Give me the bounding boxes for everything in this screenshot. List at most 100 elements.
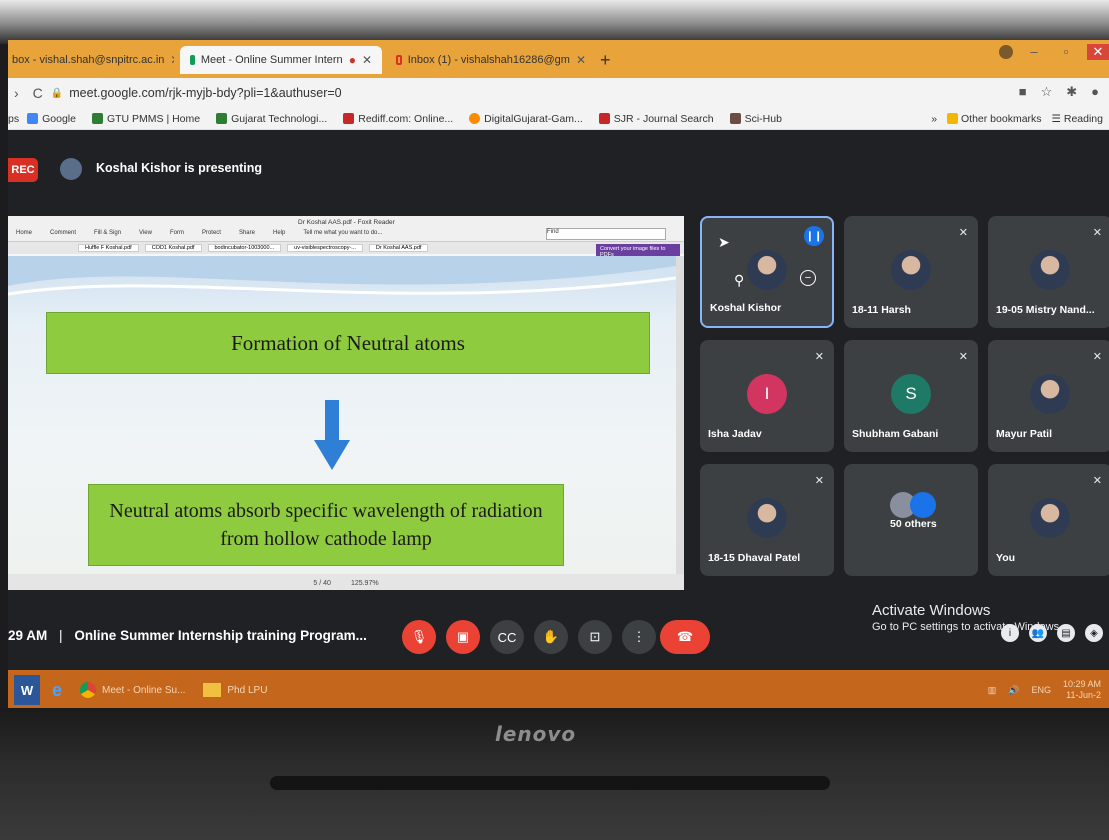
present-button[interactable]: ⊡: [578, 620, 612, 654]
camera-off-icon: ▣: [456, 629, 470, 644]
slide-content: Formation of Neutral atoms Neutral atoms…: [8, 256, 676, 574]
profile-avatar-icon[interactable]: ●: [1091, 84, 1099, 100]
bookmark-google[interactable]: Google: [27, 113, 76, 125]
folder-taskbar-item[interactable]: Phd LPU: [197, 675, 273, 705]
reading-list[interactable]: ☰ Reading: [1052, 113, 1103, 125]
chrome-icon: [80, 682, 97, 698]
avatar: [1030, 249, 1070, 290]
presenting-label: Koshal Kishor is presenting: [96, 161, 263, 175]
word-taskbar-icon[interactable]: W: [14, 675, 40, 705]
gtu-icon: [91, 113, 103, 124]
profile-icon[interactable]: [999, 45, 1013, 59]
presentation-screen[interactable]: Dr Koshal AAS.pdf - Foxit Reader Home Co…: [8, 216, 684, 592]
avatar: [1030, 497, 1070, 538]
apps-icon[interactable]: ps: [8, 113, 19, 125]
sjr-icon: [598, 113, 610, 124]
url-field[interactable]: 🔒 meet.google.com/rjk-myjb-bdy?pli=1&aut…: [51, 86, 342, 100]
other-bookmarks[interactable]: Other bookmarks: [947, 113, 1042, 125]
participant-tile-isha[interactable]: ✕ I Isha Jadav: [700, 340, 834, 452]
close-icon[interactable]: ✕: [362, 53, 372, 67]
captions-button[interactable]: CC: [490, 620, 524, 654]
bookmark-gtu-pmms[interactable]: GTU PMMS | Home: [91, 113, 200, 125]
tab-inbox-gmail[interactable]: Inbox (1) - vishalshah16286@gm ✕: [386, 46, 596, 74]
maximize-icon[interactable]: ▫: [1055, 44, 1077, 60]
clock[interactable]: 10:29 AM 11-Jun-2: [1063, 679, 1101, 701]
star-icon[interactable]: ☆: [1041, 84, 1053, 100]
omnibar-actions: ■ ☆ ✱ ●: [1019, 84, 1099, 100]
bookmark-sjr[interactable]: SJR - Journal Search: [598, 113, 714, 125]
participant-tile-others[interactable]: 50 others: [844, 464, 978, 576]
mic-off-icon: ✕: [1092, 351, 1102, 363]
participant-name: Isha Jadav: [708, 428, 762, 440]
ie-taskbar-icon[interactable]: e: [46, 675, 68, 705]
meeting-details[interactable]: 29 AM | Online Summer Internship trainin…: [8, 628, 367, 643]
activities-icon[interactable]: ◈: [1085, 624, 1103, 642]
bookmark-rediff[interactable]: Rediff.com: Online...: [343, 113, 453, 125]
chrome-taskbar-item[interactable]: Meet - Online Su...: [74, 675, 191, 705]
url-text: meet.google.com/rjk-myjb-bdy?pli=1&authu…: [69, 86, 342, 100]
participant-tile-mistry[interactable]: ✕ 19-05 Mistry Nand...: [988, 216, 1109, 328]
participant-name: You: [996, 552, 1016, 564]
participant-tile-shubham[interactable]: ✕ S Shubham Gabani: [844, 340, 978, 452]
folder-icon: [203, 683, 222, 697]
remove-icon[interactable]: −: [800, 270, 816, 286]
bookmark-gujarat-tech[interactable]: Gujarat Technologi...: [216, 113, 327, 125]
participant-name: 18-11 Harsh: [852, 304, 911, 316]
meet-control-bar: 29 AM | Online Summer Internship trainin…: [8, 590, 1109, 670]
mic-off-icon: ✕: [1092, 227, 1102, 239]
minimize-icon[interactable]: –: [1023, 44, 1045, 60]
new-tab-button[interactable]: +: [600, 50, 611, 71]
more-bookmarks-icon[interactable]: »: [931, 113, 937, 125]
close-icon[interactable]: ✕: [576, 53, 586, 67]
window-controls: – ▫ ✕: [999, 44, 1109, 60]
camera-toggle-button[interactable]: ▣: [446, 620, 480, 654]
pdf-scrollbar[interactable]: [676, 256, 684, 574]
foxit-window-title: Dr Koshal AAS.pdf - Foxit Reader: [298, 219, 395, 226]
tab-label: Meet - Online Summer Intern: [200, 54, 343, 66]
mic-off-icon: ✕: [1092, 475, 1102, 487]
chat-icon[interactable]: ▤: [1057, 624, 1075, 642]
bookmark-scihub[interactable]: Sci-Hub: [729, 113, 782, 125]
raise-hand-button[interactable]: ✋: [534, 620, 568, 654]
network-icon[interactable]: ▥: [988, 685, 997, 696]
reload-icon[interactable]: C: [33, 85, 43, 101]
meet-header: REC Koshal Kishor is presenting: [8, 130, 1109, 206]
tab-meet[interactable]: Meet - Online Summer Intern ● ✕: [180, 46, 382, 74]
participant-tile-koshal[interactable]: ➤ ❙❙ ⚲ − Koshal Kishor: [700, 216, 834, 328]
close-window-icon[interactable]: ✕: [1087, 44, 1109, 60]
cursor-icon: ➤: [718, 234, 730, 250]
people-icon[interactable]: 👥: [1029, 624, 1047, 642]
participant-tile-harsh[interactable]: ✕ 18-11 Harsh: [844, 216, 978, 328]
meeting-title: Online Summer Internship training Progra…: [74, 628, 367, 643]
more-options-button[interactable]: ⋮: [622, 620, 656, 654]
zoom-level[interactable]: 125.97%: [351, 580, 379, 587]
bookmark-digitalgujarat[interactable]: DigitalGujarat-Gam...: [469, 113, 583, 125]
avatar: [747, 497, 787, 538]
participant-name: Shubham Gabani: [852, 428, 939, 440]
foxit-toolbar: Dr Koshal AAS.pdf - Foxit Reader Home Co…: [8, 216, 684, 242]
gmail-icon: [396, 55, 402, 65]
leave-call-button[interactable]: ☎: [660, 620, 710, 654]
presenter-avatar: [60, 158, 82, 180]
mic-toggle-button[interactable]: 🎙: [402, 620, 436, 654]
participant-name: 18-15 Dhaval Patel: [708, 552, 801, 564]
extensions-icon[interactable]: ✱: [1066, 84, 1077, 100]
participant-tile-you[interactable]: ✕ You: [988, 464, 1109, 576]
mic-off-icon: ✕: [814, 475, 824, 487]
info-icon[interactable]: i: [1001, 624, 1019, 642]
volume-icon[interactable]: 🔊: [1008, 685, 1019, 696]
participant-tile-dhaval[interactable]: ✕ 18-15 Dhaval Patel: [700, 464, 834, 576]
close-icon[interactable]: ✕: [170, 53, 174, 67]
participant-name: Mayur Patil: [996, 428, 1053, 440]
pin-icon[interactable]: ⚲: [734, 272, 744, 289]
tab-inbox-snpitrc[interactable]: box - vishal.shah@snpitrc.ac.in ✕: [8, 46, 174, 74]
camera-indicator-icon[interactable]: ■: [1019, 84, 1027, 100]
language-indicator[interactable]: ENG: [1031, 685, 1051, 695]
laptop-bezel-top: [0, 0, 1109, 44]
page-indicator[interactable]: 5 / 40: [313, 580, 331, 587]
slide-wave-decoration: [8, 256, 676, 296]
folder-icon: [947, 113, 959, 125]
forward-icon[interactable]: ›: [14, 85, 19, 101]
participant-tile-mayur[interactable]: ✕ Mayur Patil: [988, 340, 1109, 452]
speaking-indicator-icon: ❙❙: [804, 226, 824, 246]
